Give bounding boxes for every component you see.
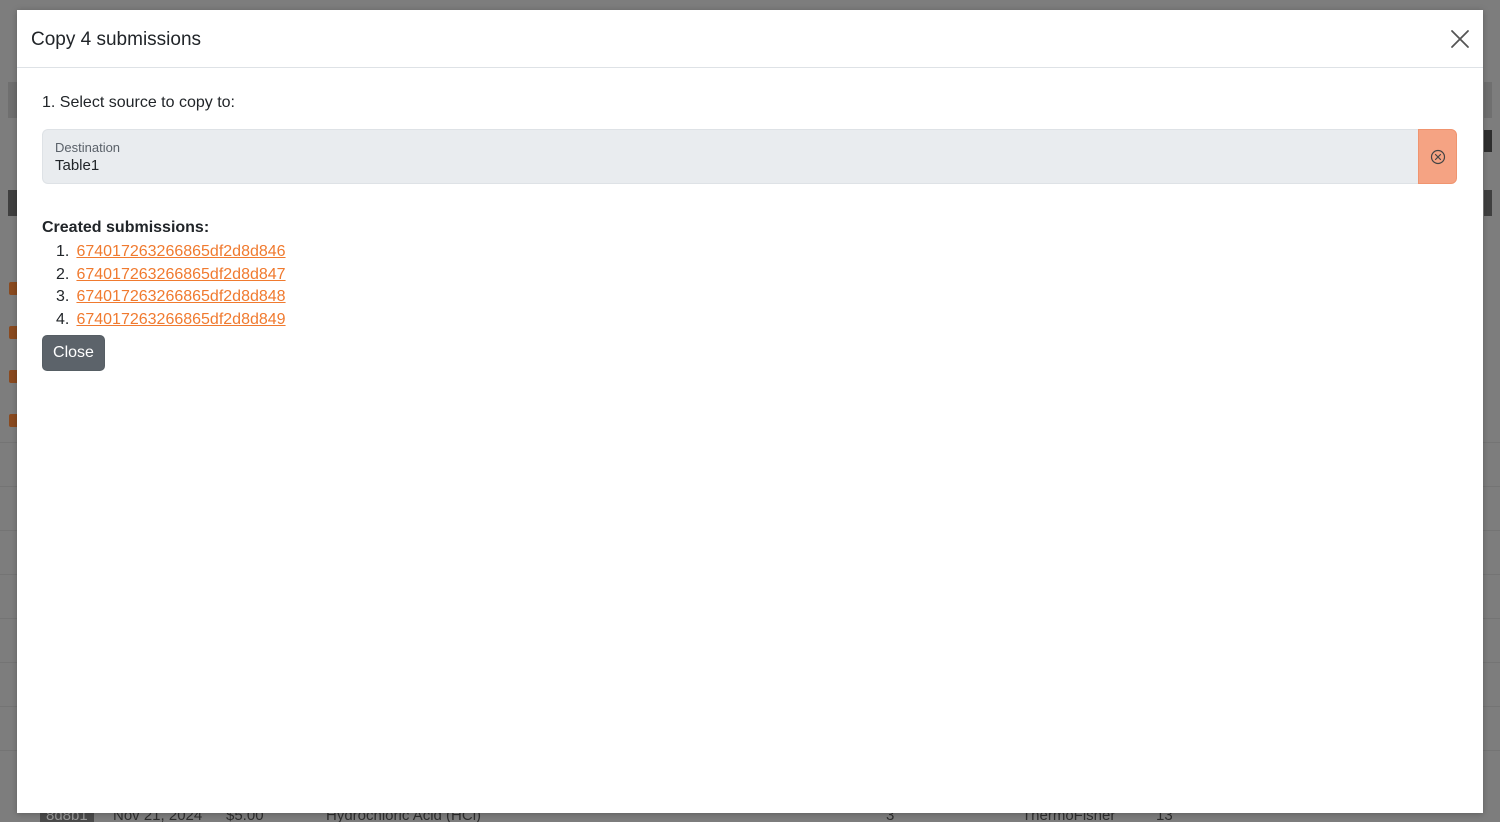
modal-header: Copy 4 submissions	[17, 10, 1483, 68]
list-item-number: 1.	[56, 243, 70, 260]
list-item: 4. 674017263266865df2d8d849	[42, 309, 286, 332]
copy-submissions-dialog: Copy 4 submissions 1. Select source to c…	[17, 10, 1483, 813]
close-icon	[1451, 30, 1469, 48]
list-item: 3. 674017263266865df2d8d848	[42, 286, 286, 309]
background-dark-strip-right	[1484, 130, 1492, 152]
close-button[interactable]: Close	[42, 335, 105, 371]
background-header-bar-right	[1484, 190, 1492, 216]
background-input-right	[1484, 82, 1492, 118]
list-item: 2. 674017263266865df2d8d847	[42, 264, 286, 287]
circle-x-icon	[1430, 149, 1445, 164]
created-submissions-title: Created submissions:	[42, 219, 210, 236]
destination-label: Destination	[55, 140, 121, 155]
submission-link[interactable]: 674017263266865df2d8d847	[76, 266, 285, 283]
submission-link[interactable]: 674017263266865df2d8d848	[76, 288, 285, 305]
step-label: 1. Select source to copy to:	[42, 94, 235, 111]
modal-title: Copy 4 submissions	[31, 29, 202, 50]
submission-link[interactable]: 674017263266865df2d8d849	[76, 311, 285, 328]
destination-field[interactable]: Destination Table1	[42, 129, 1418, 184]
created-submissions-list: 1. 674017263266865df2d8d846 2. 674017263…	[42, 241, 286, 331]
list-item: 1. 674017263266865df2d8d846	[42, 241, 286, 264]
list-item-number: 4.	[56, 310, 70, 328]
clear-destination-button[interactable]	[1418, 129, 1457, 184]
destination-value: Table1	[55, 157, 100, 174]
list-item-number: 3.	[56, 288, 70, 306]
close-icon-button[interactable]	[1449, 28, 1471, 50]
modal-body: 1. Select source to copy to: Destination…	[42, 93, 1457, 371]
destination-select[interactable]: Destination Table1	[42, 129, 1457, 184]
submission-link[interactable]: 674017263266865df2d8d846	[76, 243, 285, 260]
list-item-number: 2.	[56, 265, 70, 283]
